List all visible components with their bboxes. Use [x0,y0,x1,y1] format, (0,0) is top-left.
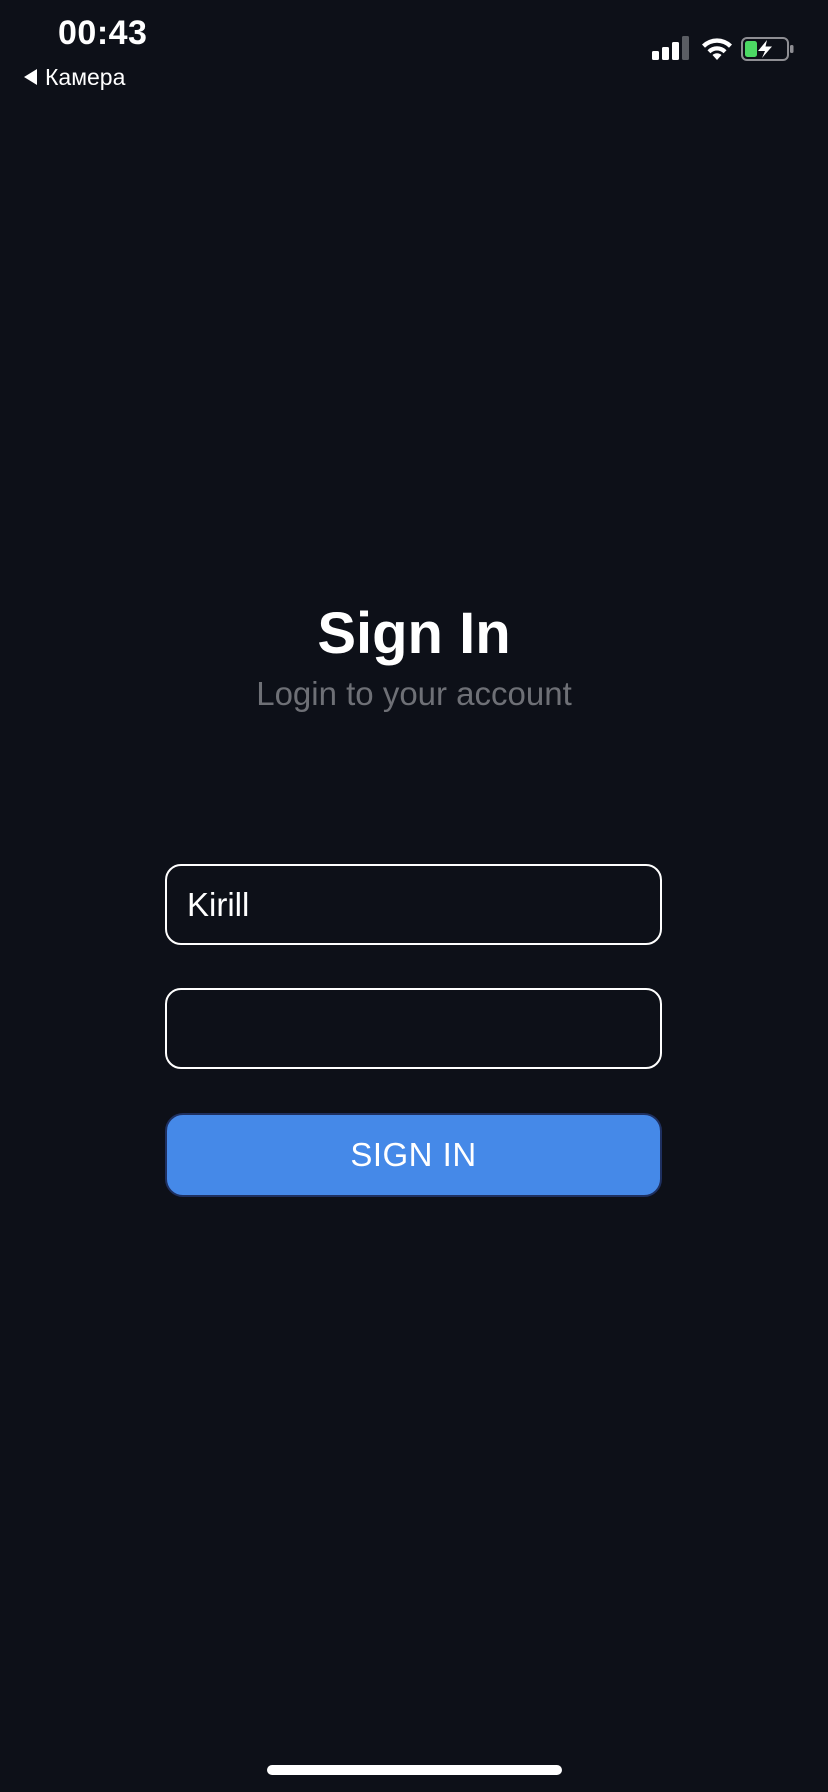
password-field[interactable] [165,988,662,1069]
username-field[interactable] [165,864,662,945]
battery-charging-icon [741,37,794,61]
wifi-icon [702,38,732,60]
page-subtitle: Login to your account [256,675,572,712]
page-title: Sign In [317,601,511,666]
back-arrow-icon [24,69,37,85]
back-app-label: Камера [45,63,126,90]
cellular-signal-icon [652,36,690,60]
sign-in-button[interactable]: SIGN IN [165,1113,662,1197]
sign-in-screen: 00:43 Камера Sign In Login to your accou… [0,0,828,1792]
status-time: 00:43 [58,14,148,52]
home-indicator[interactable] [267,1765,562,1775]
back-to-app-button[interactable]: Камера [24,62,125,92]
